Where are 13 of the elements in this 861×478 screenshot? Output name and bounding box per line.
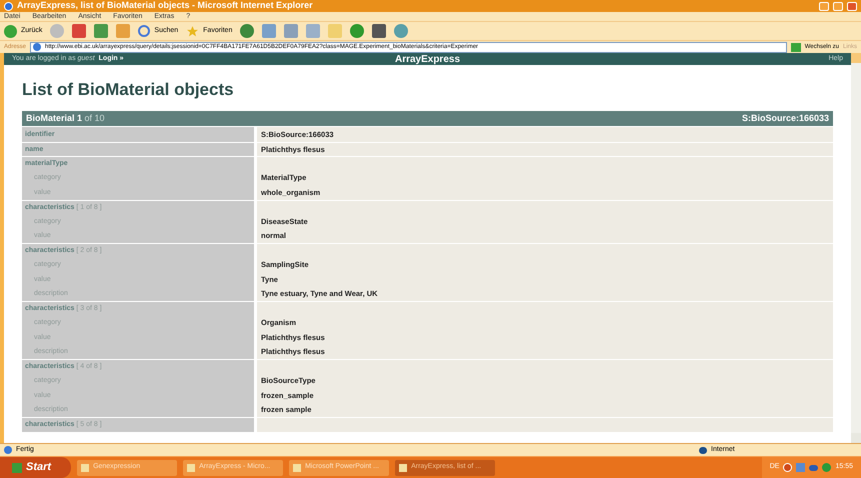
table-title: BioMaterial 1 of 10 [26,112,106,125]
window-title: ArrayExpress, list of BioMaterial objects - Microsoft Internet Explorer [17,0,313,12]
maximize-button[interactable] [833,2,843,10]
browser-icon [4,2,13,10]
stop-button[interactable] [72,24,86,38]
object-id: S:BioSource:166033 [742,112,829,125]
close-button[interactable] [847,2,857,10]
star-icon [186,24,200,38]
page-heading: List of BioMaterial objects [22,81,235,98]
start-button[interactable]: Start [0,457,72,478]
forward-button[interactable] [50,24,64,38]
minimize-button[interactable] [819,2,829,10]
site-title: ArrayExpress [394,52,462,66]
